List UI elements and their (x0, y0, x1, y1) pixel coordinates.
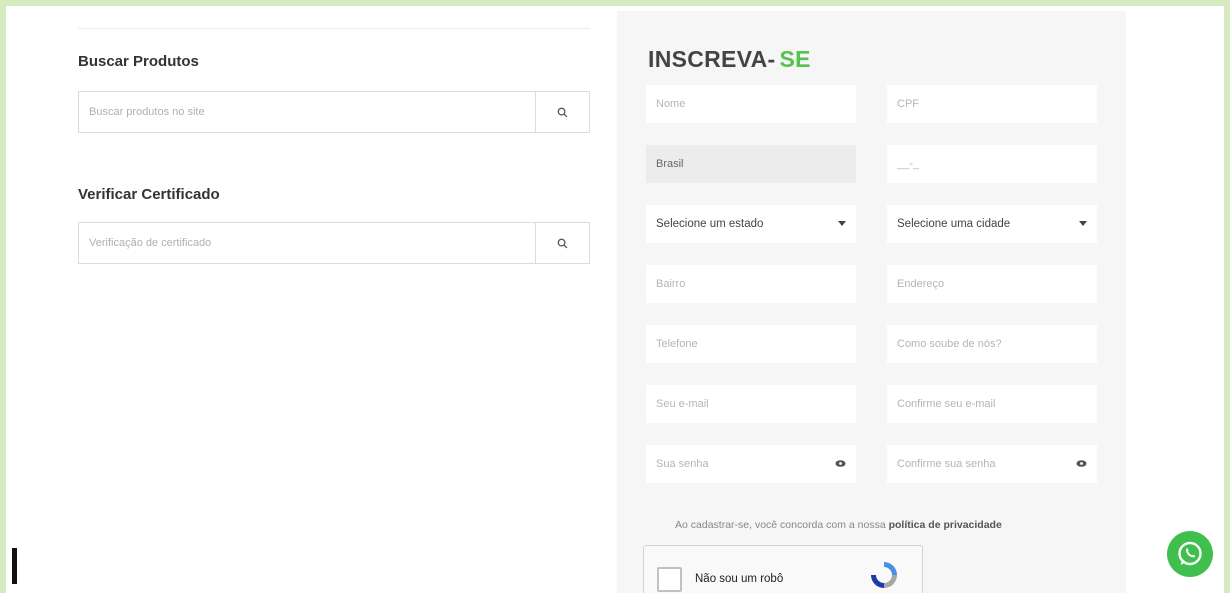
eye-icon[interactable] (835, 459, 846, 468)
city-select-value: Selecione uma cidade (897, 218, 1011, 230)
phone-mask-value: __-_ (897, 158, 920, 170)
endereco-placeholder: Endereço (897, 278, 945, 290)
phone-mask-field[interactable]: __-_ (887, 145, 1097, 183)
divider (78, 28, 590, 29)
como-soube-field[interactable]: Como soube de nós? (887, 325, 1097, 363)
search-products-form (78, 91, 590, 133)
country-value: Brasil (656, 158, 684, 170)
signup-title-accent: SE (779, 46, 811, 72)
name-placeholder: Nome (656, 98, 686, 110)
left-column: Buscar Produtos Verificar Certificado (78, 28, 590, 264)
signup-title: INSCREVA- SE (648, 46, 811, 73)
confirm-email-placeholder: Confirme seu e-mail (897, 398, 996, 410)
search-products-button[interactable] (535, 92, 589, 132)
confirm-email-field[interactable]: Confirme seu e-mail (887, 385, 1097, 423)
password-placeholder: Sua senha (656, 458, 709, 470)
search-icon (557, 107, 568, 117)
cpf-field[interactable]: CPF (887, 85, 1097, 123)
edge-marker (12, 548, 17, 584)
search-products-title: Buscar Produtos (78, 53, 199, 70)
terms-prefix: Ao cadastrar-se, você concorda com a nos… (675, 519, 886, 531)
cpf-placeholder: CPF (897, 98, 919, 110)
como-soube-placeholder: Como soube de nós? (897, 338, 1002, 350)
recaptcha-icon (871, 562, 897, 588)
chevron-down-icon (1079, 221, 1087, 226)
city-select[interactable]: Selecione uma cidade (887, 205, 1097, 243)
whatsapp-button[interactable] (1167, 531, 1213, 577)
recaptcha-widget: Não sou um robô (643, 545, 923, 593)
privacy-policy-link[interactable]: política de privacidade (889, 519, 1002, 531)
recaptcha-label: Não sou um robô (695, 573, 784, 585)
email-placeholder: Seu e-mail (656, 398, 709, 410)
verify-certificate-button[interactable] (535, 223, 589, 263)
confirm-password-placeholder: Confirme sua senha (897, 458, 996, 470)
signup-panel: INSCREVA- SE Nome CPF Brasil __-_ Selecio… (617, 11, 1126, 593)
whatsapp-icon (1178, 541, 1202, 566)
search-products-input[interactable] (79, 92, 535, 132)
state-select-value: Selecione um estado (656, 218, 764, 230)
search-icon (557, 238, 568, 248)
eye-icon[interactable] (1076, 459, 1087, 468)
password-field[interactable]: Sua senha (646, 445, 856, 483)
verify-certificate-form (78, 222, 590, 264)
verify-certificate-input[interactable] (79, 223, 535, 263)
bairro-field[interactable]: Bairro (646, 265, 856, 303)
terms-text: Ao cadastrar-se, você concorda com a nos… (675, 519, 1002, 531)
confirm-password-field[interactable]: Confirme sua senha (887, 445, 1097, 483)
recaptcha-checkbox[interactable] (657, 567, 682, 592)
state-select[interactable]: Selecione um estado (646, 205, 856, 243)
email-field[interactable]: Seu e-mail (646, 385, 856, 423)
bairro-placeholder: Bairro (656, 278, 686, 290)
chevron-down-icon (838, 221, 846, 226)
endereco-field[interactable]: Endereço (887, 265, 1097, 303)
verify-certificate-title: Verificar Certificado (78, 186, 220, 203)
telefone-placeholder: Telefone (656, 338, 698, 350)
signup-title-main: INSCREVA- (648, 46, 776, 72)
telefone-field[interactable]: Telefone (646, 325, 856, 363)
name-field[interactable]: Nome (646, 85, 856, 123)
country-field: Brasil (646, 145, 856, 183)
